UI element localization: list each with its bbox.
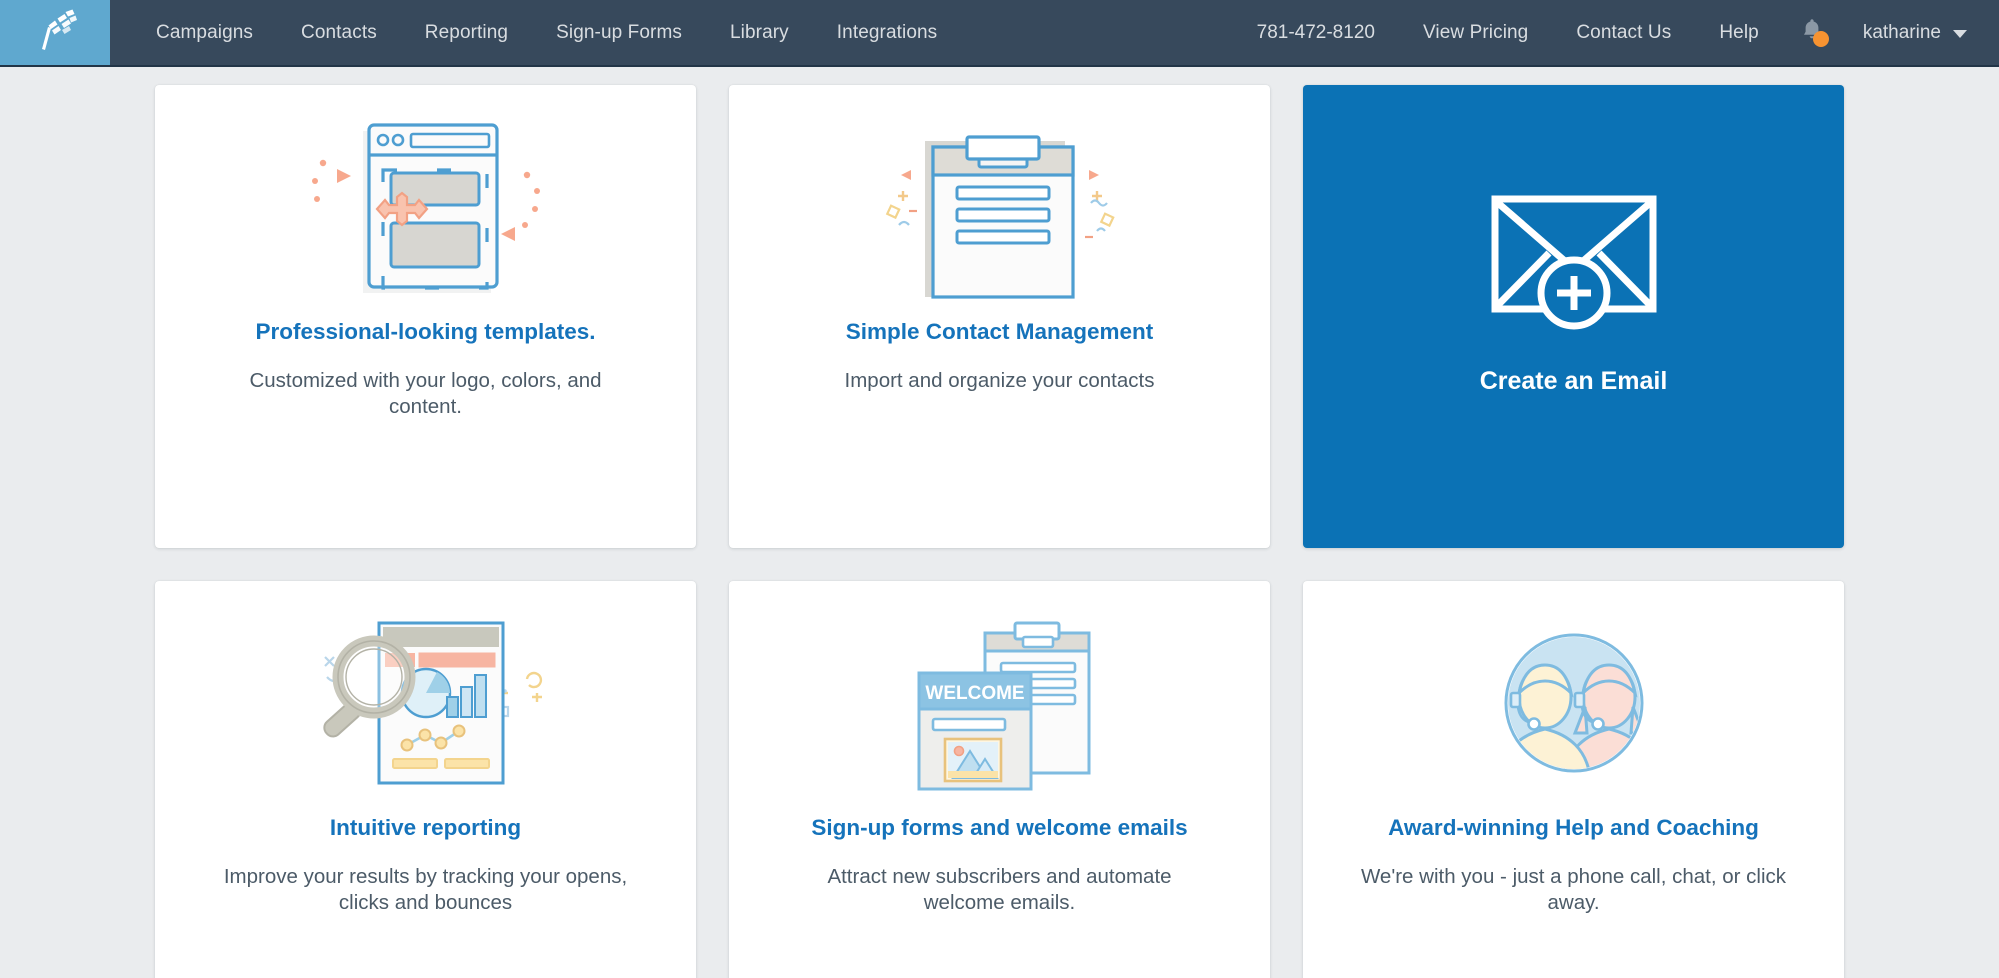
secondary-nav: 781-472-8120 View Pricing Contact Us Hel…	[1233, 0, 1999, 65]
welcome-banner-text: WELCOME	[925, 683, 1024, 704]
card-title: Simple Contact Management	[845, 319, 1154, 344]
welcome-form-icon: WELCOME	[729, 607, 1270, 799]
nav-item-integrations[interactable]: Integrations	[813, 0, 962, 65]
card-signup-forms[interactable]: WELCOME Sign-up forms and welcome emails…	[729, 581, 1270, 978]
nav-item-view-pricing[interactable]: View Pricing	[1399, 0, 1552, 65]
card-description: Improve your results by tracking your op…	[223, 865, 628, 915]
user-name-label: katharine	[1862, 22, 1941, 43]
nav-item-library[interactable]: Library	[706, 0, 813, 65]
card-description: Import and organize your contacts	[844, 369, 1155, 393]
nav-item-campaigns[interactable]: Campaigns	[132, 0, 277, 65]
nav-item-reporting[interactable]: Reporting	[401, 0, 532, 65]
magnifier-report-icon	[155, 607, 696, 799]
card-title: Intuitive reporting	[329, 815, 522, 840]
support-phone-number[interactable]: 781-472-8120	[1233, 0, 1399, 65]
notification-unread-badge	[1812, 30, 1829, 47]
card-description: Attract new subscribers and automate wel…	[827, 865, 1172, 915]
primary-nav: Campaigns Contacts Reporting Sign-up For…	[110, 0, 961, 65]
checkered-flag-icon	[31, 9, 79, 56]
top-navbar: Campaigns Contacts Reporting Sign-up For…	[0, 0, 1999, 67]
nav-item-contact-us[interactable]: Contact Us	[1552, 0, 1695, 65]
card-title: Award-winning Help and Coaching	[1388, 815, 1759, 840]
feature-card-grid: Professional-looking templates. Customiz…	[0, 67, 1999, 978]
card-create-an-email[interactable]: Create an Email	[1303, 85, 1844, 548]
card-description: Customized with your logo, colors, and c…	[249, 369, 602, 419]
chevron-down-icon	[1953, 30, 1967, 38]
notifications-button[interactable]	[1789, 13, 1835, 53]
card-intuitive-reporting[interactable]: Intuitive reporting Improve your results…	[155, 581, 696, 978]
card-title: Professional-looking templates.	[255, 319, 596, 344]
support-agents-icon	[1303, 607, 1844, 799]
card-templates[interactable]: Professional-looking templates. Customiz…	[155, 85, 696, 548]
brand-logo[interactable]	[0, 0, 110, 65]
nav-item-sign-up-forms[interactable]: Sign-up Forms	[532, 0, 706, 65]
card-description: We're with you - just a phone call, chat…	[1360, 865, 1787, 915]
card-accent-label: Create an Email	[1479, 367, 1668, 395]
card-help-and-coaching[interactable]: Award-winning Help and Coaching We're wi…	[1303, 581, 1844, 978]
clipboard-list-icon	[729, 111, 1270, 303]
user-account-menu[interactable]: katharine	[1841, 0, 1981, 65]
nav-item-help[interactable]: Help	[1695, 0, 1782, 65]
card-title: Sign-up forms and welcome emails	[811, 815, 1188, 840]
card-contact-management[interactable]: Simple Contact Management Import and org…	[729, 85, 1270, 548]
envelope-plus-icon	[1303, 181, 1844, 331]
browser-drag-template-icon	[155, 111, 696, 303]
nav-item-contacts[interactable]: Contacts	[277, 0, 401, 65]
